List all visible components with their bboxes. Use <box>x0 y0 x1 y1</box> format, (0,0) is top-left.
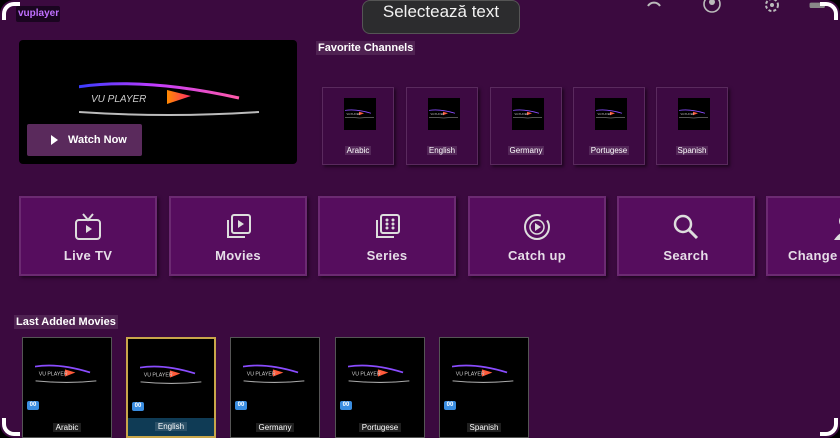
movie-poster-logo: VU PLAYER <box>136 363 204 390</box>
favorite-channel-card[interactable]: VU PLAYER Spanish <box>656 87 728 165</box>
svg-text:VU PLAYER: VU PLAYER <box>598 113 612 116</box>
movie-label: Arabic <box>23 419 111 437</box>
movie-card[interactable]: VU PLAYER 00 Arabic <box>22 337 112 438</box>
movie-badge: 00 <box>444 401 456 410</box>
nav-tile-label: Catch up <box>507 248 566 263</box>
app-window: vuplayer Selectează text VU PLAYER Watch… <box>0 0 840 438</box>
play-icon <box>51 135 58 145</box>
svg-text:VU PLAYER: VU PLAYER <box>456 372 485 378</box>
nav-tile-search[interactable]: Search <box>617 196 755 276</box>
nav-tile-change[interactable]: Change <box>766 196 840 276</box>
vu-player-pro-logo: VU PLAYER <box>79 82 260 116</box>
nav-tile-catch-up[interactable]: Catch up <box>468 196 606 276</box>
nav-tile-series[interactable]: Series <box>318 196 456 276</box>
tv-icon <box>73 212 103 242</box>
channel-label: Germany <box>507 146 545 155</box>
watch-now-button[interactable]: Watch Now <box>27 124 142 156</box>
movie-poster-logo: VU PLAYER <box>448 362 516 389</box>
profile-icon[interactable] <box>702 0 722 16</box>
movie-card[interactable]: VU PLAYER 00 Germany <box>230 337 320 438</box>
channel-logo: VU PLAYER <box>426 98 460 130</box>
movie-label: Portugese <box>336 419 424 437</box>
channel-logo: VU PLAYER <box>593 98 627 130</box>
channel-label: English <box>426 146 458 155</box>
nav-tile-movies[interactable]: Movies <box>169 196 307 276</box>
svg-text:VU PLAYER: VU PLAYER <box>347 113 361 116</box>
featured-banner: VU PLAYER Watch Now <box>19 40 297 164</box>
movie-card[interactable]: VU PLAYER 00 Spanish <box>439 337 529 438</box>
channel-label: Portugese <box>588 146 630 155</box>
nav-tile-label: Change <box>788 248 838 263</box>
movie-badge: 00 <box>27 401 39 410</box>
favorite-channel-card[interactable]: VU PLAYER Portugese <box>573 87 645 165</box>
movie-card[interactable]: VU PLAYER 00 English <box>126 337 216 438</box>
favorite-channel-card[interactable]: VU PLAYER Germany <box>490 87 562 165</box>
movie-poster-logo: VU PLAYER <box>31 362 99 389</box>
app-logo: vuplayer <box>16 6 60 22</box>
user-icon <box>830 212 840 242</box>
svg-text:VU PLAYER: VU PLAYER <box>144 373 173 379</box>
refresh-icon[interactable] <box>644 0 664 16</box>
channel-label: Spanish <box>675 146 709 155</box>
favorite-channels-title: Favorite Channels <box>316 41 416 55</box>
favorite-channel-card[interactable]: VU PLAYER English <box>406 87 478 165</box>
nav-tile-label: Series <box>366 248 408 263</box>
channel-label: Arabic <box>344 146 372 155</box>
nav-tile-live-tv[interactable]: Live TV <box>19 196 157 276</box>
movie-card[interactable]: VU PLAYER 00 Portugese <box>335 337 425 438</box>
svg-text:VU PLAYER: VU PLAYER <box>39 372 68 378</box>
movie-label: Spanish <box>440 419 528 437</box>
movies-icon <box>223 212 253 242</box>
last-added-movies-title: Last Added Movies <box>14 315 118 329</box>
movie-poster-logo: VU PLAYER <box>239 362 307 389</box>
nav-tile-label: Search <box>663 248 709 263</box>
frame-corner <box>820 418 838 436</box>
frame-corner <box>2 2 20 20</box>
svg-text:VU PLAYER: VU PLAYER <box>352 372 381 378</box>
svg-text:VU PLAYER: VU PLAYER <box>91 94 146 105</box>
movie-badge: 00 <box>340 401 352 410</box>
movie-poster-logo: VU PLAYER <box>344 362 412 389</box>
movie-label: Germany <box>231 419 319 437</box>
nav-tile-label: Live TV <box>63 248 113 263</box>
select-text-tooltip: Selectează text <box>362 0 520 34</box>
svg-text:VU PLAYER: VU PLAYER <box>681 113 695 116</box>
series-icon <box>372 212 402 242</box>
channel-logo: VU PLAYER <box>342 98 376 130</box>
nav-tile-label: Movies <box>215 248 261 263</box>
svg-text:VU PLAYER: VU PLAYER <box>515 113 529 116</box>
logo-text: vuplayer <box>18 8 60 19</box>
frame-corner <box>2 418 20 436</box>
settings-icon[interactable] <box>762 0 782 16</box>
catchup-icon <box>522 212 552 242</box>
movie-badge: 00 <box>235 401 247 410</box>
tooltip-text: Selectează text <box>382 2 500 21</box>
watch-now-label: Watch Now <box>68 134 127 146</box>
channel-logo: VU PLAYER <box>676 98 710 130</box>
frame-corner <box>820 2 838 20</box>
svg-text:VU PLAYER: VU PLAYER <box>247 372 276 378</box>
channel-logo: VU PLAYER <box>510 98 544 130</box>
movie-badge: 00 <box>132 402 144 411</box>
svg-text:VU PLAYER: VU PLAYER <box>431 113 445 116</box>
search-icon <box>671 212 701 242</box>
movie-label: English <box>128 418 214 436</box>
favorite-channel-card[interactable]: VU PLAYER Arabic <box>322 87 394 165</box>
